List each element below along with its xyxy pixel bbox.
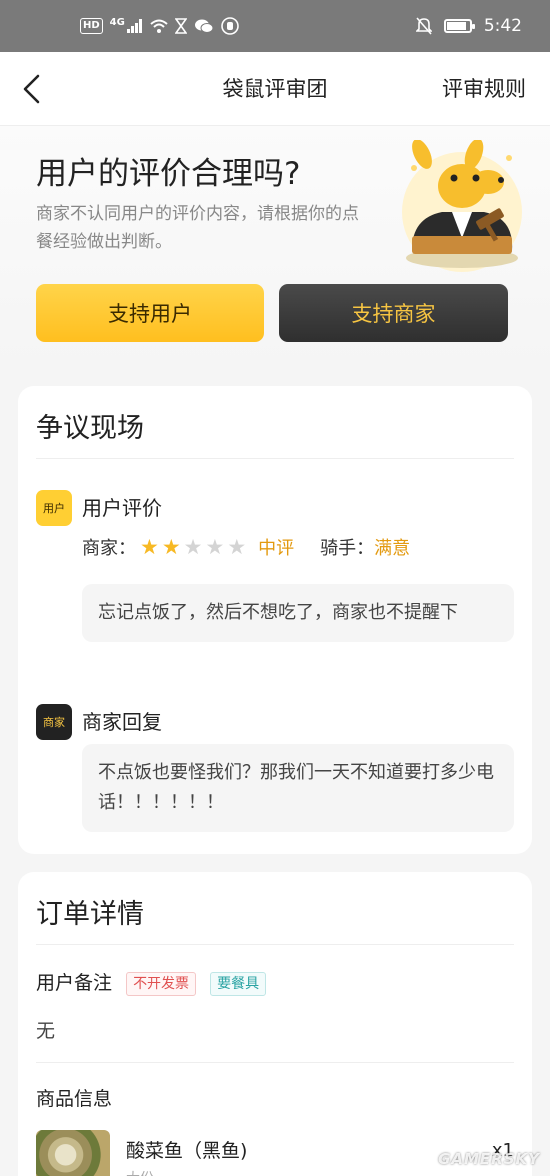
order-card: 订单详情 用户备注 不开发票 要餐具 无 商品信息 酸菜鱼（黑鱼) 大份 x1 xyxy=(18,872,532,1176)
rules-link[interactable]: 评审规则 xyxy=(442,52,526,126)
star-empty-icon: ★ xyxy=(183,535,203,559)
goods-label: 商品信息 xyxy=(36,1088,113,1110)
wifi-icon xyxy=(150,19,168,33)
rating-word: 中评 xyxy=(258,538,295,559)
back-arrow-icon[interactable] xyxy=(16,72,46,106)
hourglass-icon xyxy=(174,18,187,34)
hand-icon xyxy=(221,17,239,35)
network-badge: 4G xyxy=(109,16,125,28)
rider-rating-value: 满意 xyxy=(374,538,411,559)
star-rating: ★ ★ ★ ★ ★ xyxy=(140,535,246,559)
wechat-icon xyxy=(194,19,214,33)
order-title: 订单详情 xyxy=(36,899,144,930)
star-filled-icon: ★ xyxy=(140,535,159,559)
kangaroo-judge-icon xyxy=(402,140,522,272)
hero-title: 用户的评价合理吗? xyxy=(36,156,301,192)
signal-icon xyxy=(126,19,142,33)
merchant-comment: 不点饭也要怪我们？那我们一天不知道要打多少电话！！！！！！ xyxy=(82,744,514,832)
divider xyxy=(36,458,514,459)
merchant-avatar: 商家 xyxy=(36,704,72,740)
star-empty-icon: ★ xyxy=(227,535,247,559)
remark-tag-invoice: 不开发票 xyxy=(126,971,197,996)
support-user-button[interactable]: 支持用户 xyxy=(36,284,264,342)
status-left: HD 4G xyxy=(80,0,239,52)
merchant-rating-label: 商家： xyxy=(82,538,136,559)
status-right: 5:42 xyxy=(415,0,522,52)
battery-icon xyxy=(443,19,475,33)
star-filled-icon: ★ xyxy=(161,535,181,559)
clock: 5:42 xyxy=(483,16,522,36)
battery-fill xyxy=(446,22,466,30)
remark-tag-cutlery: 要餐具 xyxy=(210,971,267,996)
rating-row: 商家： ★ ★ ★ ★ ★ 中评 骑手： 满意 xyxy=(82,534,410,560)
hero-description: 商家不认同用户的评价内容，请根据你的点餐经验做出判断。 xyxy=(36,204,359,252)
remark-label: 用户备注 xyxy=(36,972,113,994)
dispute-title: 争议现场 xyxy=(36,413,144,444)
hd-badge: HD xyxy=(80,18,103,34)
divider xyxy=(36,1062,514,1063)
divider xyxy=(36,944,514,945)
status-bar: HD 4G 5:42 xyxy=(0,0,550,52)
dispute-card: 争议现场 用户 用户评价 商家： ★ ★ ★ ★ ★ 中评 骑手： 满意 忘记点饭了，然… xyxy=(18,386,532,854)
user-comment: 忘记点饭了，然后不想吃了，商家也不提醒下 xyxy=(82,584,514,642)
user-review-label: 用户评价 xyxy=(82,496,162,520)
star-empty-icon: ★ xyxy=(205,535,225,559)
hero-section: 用户的评价合理吗? 商家不认同用户的评价内容，请根据你的点餐经验做出判断。 支持… xyxy=(0,126,550,366)
support-merchant-button[interactable]: 支持商家 xyxy=(279,284,508,342)
nav-bar: 袋鼠评审团 评审规则 xyxy=(0,52,550,126)
food-image xyxy=(36,1130,110,1176)
watermark: GAMERSKY xyxy=(438,1150,540,1168)
remark-value: 无 xyxy=(36,1020,56,1042)
food-name: 酸菜鱼（黑鱼) xyxy=(126,1140,248,1162)
merchant-reply-label: 商家回复 xyxy=(82,710,162,734)
remark-row: 用户备注 不开发票 要餐具 xyxy=(36,968,267,996)
food-portion: 大份 xyxy=(126,1168,154,1176)
mute-icon xyxy=(415,17,432,35)
rider-rating-label: 骑手： xyxy=(320,538,375,559)
user-avatar: 用户 xyxy=(36,490,72,526)
